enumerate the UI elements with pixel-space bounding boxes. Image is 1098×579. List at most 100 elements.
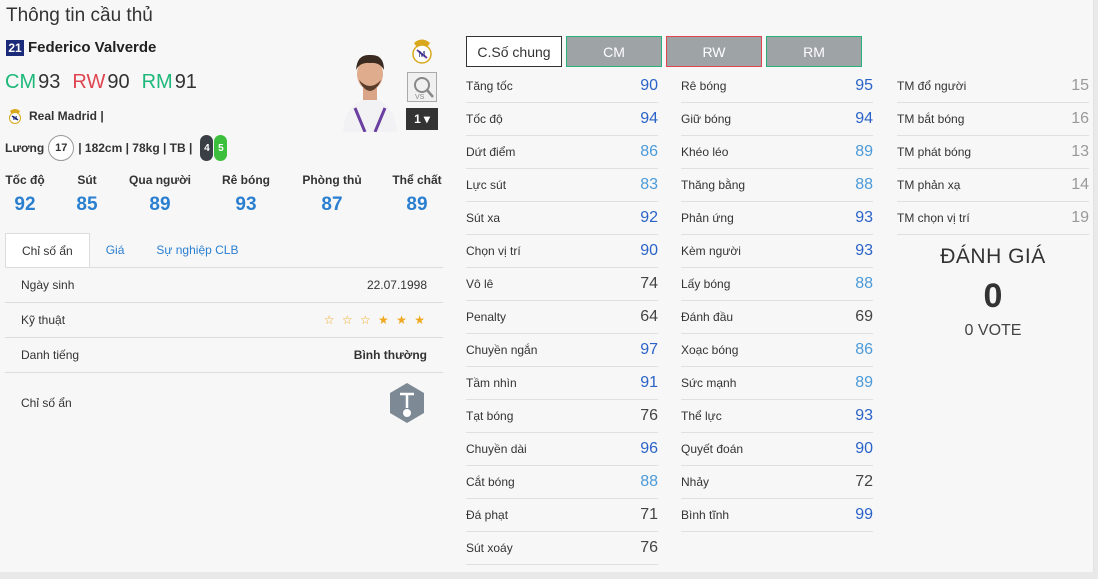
stats-column-1: Tăng tốc 90 Tốc độ 94 Dứt điểm 86 Lực sút 83 Sút… — [466, 70, 658, 565]
stats-column-2: Rê bóng 95 Giữ bóng 94 Khéo léo 89 Thăng bằng 8… — [681, 70, 873, 532]
stat-selector-tabs: C.Số chung CM RW RM — [466, 36, 862, 67]
stat-value: 90 — [640, 242, 658, 259]
stat-value: 71 — [640, 506, 658, 523]
info-row-skill: Kỹ thuật ☆ ☆ ☆ ★ ★ ★ — [5, 303, 443, 338]
club-name: Real Madrid | — [29, 109, 104, 123]
main-stat: Rê bóng 93 — [203, 173, 289, 216]
stat-row: Xoạc bóng 86 — [681, 334, 873, 367]
shirt-number-badge: 21 — [6, 39, 24, 56]
tab-price[interactable]: Giá — [90, 233, 141, 267]
hidden-trait-icon[interactable] — [388, 382, 426, 424]
stat-row: Cắt bóng 88 — [466, 466, 658, 499]
stat-label: Penalty — [466, 310, 507, 324]
player-name: Federico Valverde — [28, 39, 157, 56]
position-rm: RM 91 — [142, 71, 197, 94]
tab-hidden-stats[interactable]: Chỉ số ẩn — [5, 233, 90, 267]
stat-label: Chọn vị trí — [466, 244, 521, 258]
stat-row: Penalty 64 — [466, 301, 658, 334]
stat-row: Bình tĩnh 99 — [681, 499, 873, 532]
stat-row: TM bắt bóng 16 — [897, 103, 1089, 136]
stat-value: 91 — [640, 374, 658, 391]
tab-club-career[interactable]: Sự nghiệp CLB — [140, 233, 254, 267]
main-stats: Tốc độ 92 Sút 85 Qua người 89 Rê bóng 93 Phò… — [0, 173, 450, 223]
player-info-card: Thông tin cầu thủ 21 Federico Valverde C… — [0, 0, 1094, 572]
stat-label: Sút xa — [466, 211, 501, 225]
player-photo — [337, 44, 403, 132]
wage-badge: 17 — [48, 135, 75, 161]
stat-label: TM chọn vị trí — [897, 211, 970, 225]
stat-label: Dứt điểm — [466, 145, 516, 159]
stat-row: Thể lực 93 — [681, 400, 873, 433]
stat-value: 72 — [855, 473, 873, 490]
stat-value: 76 — [640, 407, 658, 424]
stat-row: TM chọn vị trí 19 — [897, 202, 1089, 235]
stat-value: 16 — [1071, 110, 1089, 127]
stat-label: Cắt bóng — [466, 475, 515, 489]
stat-value: 93 — [855, 209, 873, 226]
stat-value: 13 — [1071, 143, 1089, 160]
stat-row: Kèm người 93 — [681, 235, 873, 268]
stat-label: Sút xoáy — [466, 541, 513, 555]
stat-value: 99 — [855, 506, 873, 523]
wage-label: Lương — [5, 141, 45, 155]
tab-rw[interactable]: RW — [666, 36, 762, 67]
stat-value: 89 — [855, 374, 873, 391]
stat-label: Kèm người — [681, 244, 741, 258]
compare-button[interactable]: VS — [407, 72, 437, 102]
stat-row: Quyết đoán 90 — [681, 433, 873, 466]
info-value: 22.07.1998 — [366, 278, 427, 292]
wage-row: Lương 17 | 182cm | 78kg | TB | 4 5 — [5, 135, 228, 161]
right-foot-rating: 5 — [214, 135, 228, 161]
info-row-birth: Ngày sinh 22.07.1998 — [5, 268, 443, 303]
main-stat: Phòng thủ 87 — [289, 173, 375, 216]
stat-row: Thăng bằng 88 — [681, 169, 873, 202]
weak-foot-icon: 4 5 — [200, 135, 228, 161]
stat-value: 15 — [1071, 77, 1089, 94]
position-ratings: CM 93 RW 90 RM 91 — [5, 71, 197, 94]
tab-general-stats[interactable]: C.Số chung — [466, 36, 562, 67]
stat-value: 83 — [640, 176, 658, 193]
rating-panel: ĐÁNH GIÁ 0 0 VOTE — [893, 245, 1093, 340]
stat-value: 88 — [640, 473, 658, 490]
stat-label: Bình tĩnh — [681, 508, 730, 522]
position-label: RW — [72, 71, 106, 93]
stat-value: 96 — [640, 440, 658, 457]
stat-row: TM đổ người 15 — [897, 70, 1089, 103]
left-foot-rating: 4 — [200, 135, 214, 161]
info-label: Ngày sinh — [21, 278, 75, 292]
tab-rm[interactable]: RM — [766, 36, 862, 67]
stat-row: Lực sút 83 — [466, 169, 658, 202]
club-crest-large-icon: M — [412, 39, 432, 64]
main-stat: Thể chất 89 — [374, 173, 460, 216]
stat-value: 93 — [855, 242, 873, 259]
skill-stars: ☆ ☆ ☆ ★ ★ ★ — [323, 313, 427, 327]
main-stat: Qua người 89 — [117, 173, 203, 216]
magnifier-vs-icon: VS — [414, 77, 434, 100]
position-label: CM — [5, 71, 37, 93]
main-stat-value: 89 — [406, 194, 428, 215]
stat-label: Chuyền dài — [466, 442, 527, 456]
stat-row: Lấy bóng 88 — [681, 268, 873, 301]
rating-title: ĐÁNH GIÁ — [940, 245, 1046, 268]
stat-label: Quyết đoán — [681, 442, 744, 456]
stat-row: Sút xoáy 76 — [466, 532, 658, 565]
tab-cm[interactable]: CM — [566, 36, 662, 67]
stat-label: Rê bóng — [681, 79, 727, 93]
stat-value: 14 — [1071, 176, 1089, 193]
position-value: 90 — [107, 71, 130, 93]
stat-label: Thể lực — [681, 409, 722, 423]
stat-row: Rê bóng 95 — [681, 70, 873, 103]
stat-row: TM phát bóng 13 — [897, 136, 1089, 169]
info-value: Bình thường — [353, 348, 427, 362]
stat-value: 88 — [855, 275, 873, 292]
stat-label: Thăng bằng — [681, 178, 746, 192]
stat-row: Dứt điểm 86 — [466, 136, 658, 169]
info-label: Danh tiếng — [21, 348, 80, 362]
info-row-hidden: Chỉ số ẩn — [5, 373, 443, 433]
stat-row: Khéo léo 89 — [681, 136, 873, 169]
position-cm: CM 93 — [5, 71, 60, 94]
upgrade-level-dropdown[interactable]: 1 ▾ — [406, 108, 438, 130]
main-stat-value: 87 — [321, 194, 343, 215]
stat-value: 95 — [855, 77, 873, 94]
info-label: Chỉ số ẩn — [21, 396, 72, 410]
